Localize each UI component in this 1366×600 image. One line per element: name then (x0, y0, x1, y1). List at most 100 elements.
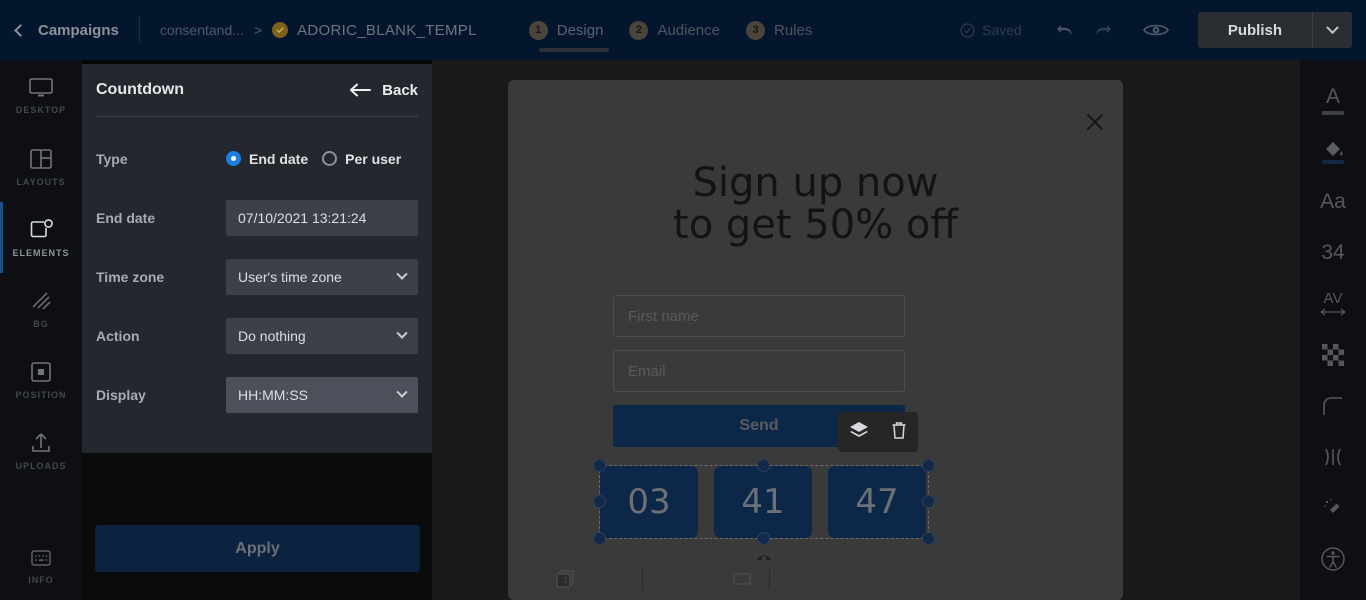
popup-first-name-placeholder: First name (628, 307, 699, 325)
font-size-icon[interactable]: 34 (1300, 227, 1366, 278)
layouts-icon (30, 148, 52, 169)
display-value: HH:MM:SS (238, 386, 308, 403)
right-toolbar: A Aa 34 AV (1300, 60, 1366, 600)
apply-button[interactable]: Apply (95, 525, 420, 572)
resize-handle-top-right[interactable] (922, 459, 935, 472)
panel-title: Countdown (96, 81, 184, 98)
sidebar-item-position-label: POSITION (15, 389, 67, 400)
background-icon (32, 291, 51, 310)
radio-per-user-dot (322, 151, 338, 166)
editor-canvas[interactable]: Sign up now to get 50% off First name Em… (432, 60, 1300, 600)
countdown-seconds[interactable]: 47 (828, 466, 926, 538)
status-zoom[interactable]: 100% (770, 571, 842, 587)
radio-per-user-label: Per user (345, 150, 402, 167)
sidebar-item-uploads-label: UPLOADS (15, 460, 67, 471)
layers-button[interactable] (848, 420, 870, 445)
sidebar-item-layouts[interactable]: LAYOUTS (0, 131, 82, 202)
sidebar-item-elements[interactable]: ELEMENTS (0, 202, 82, 273)
sidebar-item-desktop-label: DESKTOP (15, 104, 67, 115)
action-row: Action Do nothing (82, 306, 432, 365)
steps-icon: 1 (556, 570, 574, 588)
chevron-down-icon (396, 327, 408, 339)
status-step-label: Step 1 (584, 571, 625, 587)
close-icon (1087, 114, 1103, 130)
step-design[interactable]: 1 Design (528, 0, 610, 60)
campaign-name[interactable]: ADORIC_BLANK_TEMPL (297, 22, 477, 39)
accessibility-icon[interactable] (1300, 533, 1366, 584)
status-step[interactable]: 1 Step 1 (537, 569, 642, 589)
timezone-select[interactable]: User's time zone (226, 258, 418, 295)
popup-headline[interactable]: Sign up now to get 50% off (508, 162, 1123, 246)
sidebar-item-desktop[interactable]: DESKTOP (0, 60, 82, 131)
step-audience-number: 2 (629, 20, 649, 40)
action-label: Action (96, 327, 140, 344)
resize-handle-bottom-right[interactable] (922, 532, 935, 545)
status-dimensions[interactable]: 750 × 500 (643, 571, 769, 587)
breadcrumb-site[interactable]: consentand... (160, 22, 244, 38)
chevron-down-icon (396, 386, 408, 398)
countdown-hours[interactable]: 03 (600, 466, 698, 538)
resize-handle-top-left[interactable] (593, 459, 606, 472)
monitor-icon (29, 77, 53, 96)
font-family-icon[interactable]: Aa (1300, 176, 1366, 227)
sidebar-item-uploads[interactable]: UPLOADS (0, 415, 82, 486)
fill-color-icon[interactable] (1300, 125, 1366, 176)
effects-icon[interactable] (1300, 482, 1366, 533)
action-select[interactable]: Do nothing (226, 317, 418, 354)
upload-icon (32, 432, 50, 452)
letter-spacing-glyph: AV (1323, 289, 1343, 307)
chevron-down-icon (396, 268, 408, 280)
popup-close-button[interactable] (1083, 110, 1107, 134)
top-bar: Campaigns consentand... > ADORIC_BLANK_T… (0, 0, 1366, 60)
radio-per-user[interactable]: Per user (322, 151, 401, 167)
border-radius-icon[interactable] (1300, 380, 1366, 431)
panel-header: Countdown Back (82, 64, 432, 116)
resize-handle-bottom-left[interactable] (593, 532, 606, 545)
countdown-element-selection[interactable]: 03 41 47 (593, 459, 935, 562)
popup-headline-line1: Sign up now (692, 160, 939, 206)
display-row: Display HH:MM:SS (82, 365, 432, 424)
countdown-minutes[interactable]: 41 (714, 466, 812, 538)
resize-handle-middle-left[interactable] (593, 495, 606, 508)
resize-handle-top-center[interactable] (757, 459, 770, 472)
popup-first-name-input[interactable]: First name (613, 295, 905, 337)
arrow-left-icon (350, 83, 372, 97)
popup-headline-line2: to get 50% off (673, 202, 958, 248)
step-rules[interactable]: 3 Rules (746, 0, 812, 60)
back-to-campaigns-button[interactable]: Campaigns (14, 22, 119, 39)
step-audience[interactable]: 2 Audience (629, 0, 720, 60)
breadcrumb-separator: > (253, 22, 263, 38)
text-color-icon[interactable]: A (1300, 74, 1366, 125)
chevron-left-icon (14, 23, 27, 37)
radio-end-date-dot (226, 151, 241, 166)
popup-preview: Sign up now to get 50% off First name Em… (508, 80, 1123, 600)
status-dimensions-label: 750 × 500 (661, 571, 725, 587)
display-select[interactable]: HH:MM:SS (226, 376, 418, 413)
end-date-value: 07/10/2021 13:21:24 (238, 209, 367, 226)
undo-button[interactable] (1048, 12, 1084, 48)
save-status: Saved (960, 22, 1022, 38)
publish-dropdown-button[interactable] (1312, 12, 1352, 48)
sidebar-item-info[interactable]: INFO (0, 530, 82, 600)
publish-button[interactable]: Publish (1198, 12, 1312, 48)
sidebar-item-position[interactable]: POSITION (0, 344, 82, 415)
sidebar-item-info-label: INFO (28, 574, 54, 585)
popup-email-input[interactable]: Email (613, 350, 905, 392)
countdown-element[interactable]: 03 41 47 (600, 466, 928, 538)
end-date-input[interactable]: 07/10/2021 13:21:24 (226, 199, 418, 236)
resize-handle-middle-right[interactable] (922, 495, 935, 508)
padding-icon[interactable] (1300, 431, 1366, 482)
letter-spacing-icon[interactable]: AV (1300, 278, 1366, 329)
opacity-icon[interactable] (1300, 329, 1366, 380)
radio-end-date[interactable]: End date (226, 151, 308, 167)
campaign-status-icon (272, 22, 289, 38)
delete-button[interactable] (890, 420, 908, 445)
preview-button[interactable] (1134, 12, 1178, 48)
panel-divider (96, 116, 418, 117)
panel-back-button[interactable]: Back (350, 82, 418, 99)
sidebar-item-bg[interactable]: BG (0, 273, 82, 344)
display-label: Display (96, 386, 146, 403)
elements-icon (30, 218, 53, 237)
redo-button[interactable] (1084, 12, 1120, 48)
position-icon (31, 361, 51, 382)
